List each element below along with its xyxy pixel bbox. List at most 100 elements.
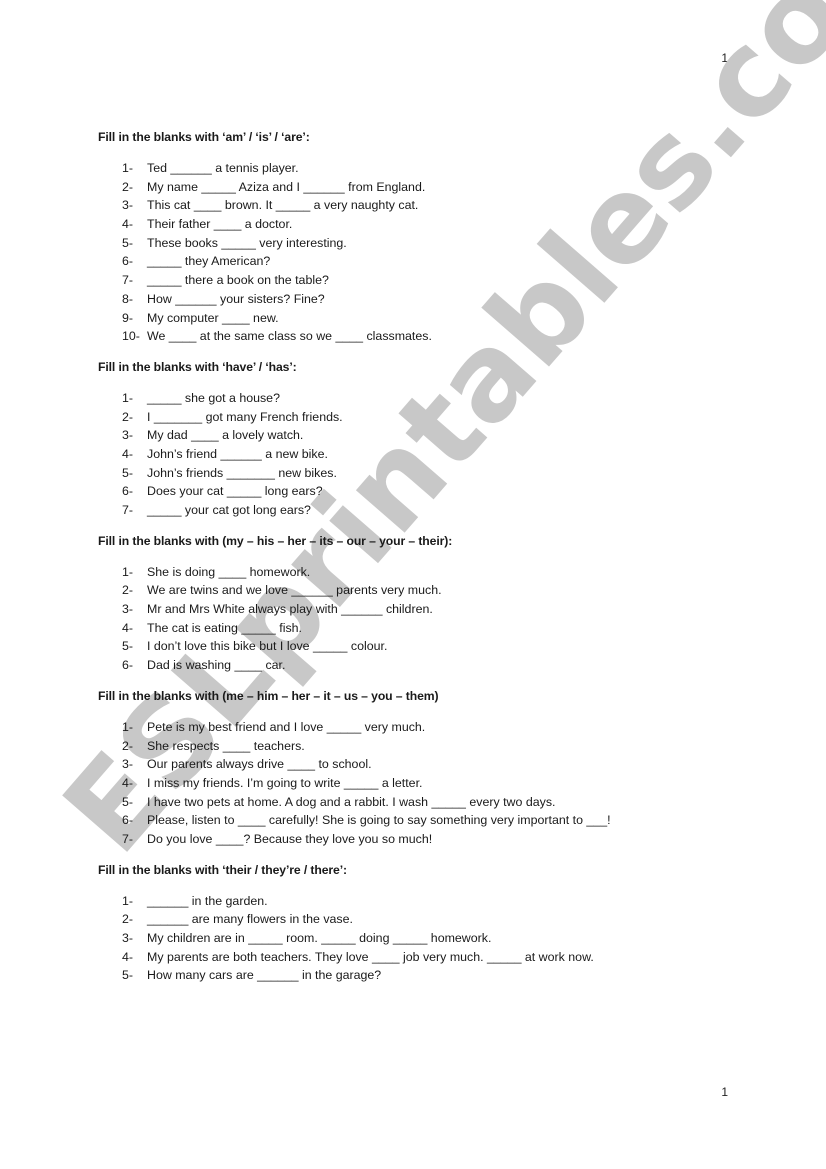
item-number: 4- bbox=[122, 620, 134, 635]
item-text: We ____ at the same class so we ____ cla… bbox=[147, 329, 432, 344]
list-item: 1- She is doing ____ homework. bbox=[98, 563, 758, 582]
item-text: She respects ____ teachers. bbox=[147, 738, 305, 753]
item-text: Do you love ____? Because they love you … bbox=[147, 831, 433, 846]
list-item: 2- ______ are many flowers in the vase. bbox=[98, 910, 758, 929]
item-number: 3- bbox=[122, 602, 134, 617]
worksheet: Fill in the blanks with ‘am’ / ‘is’ / ‘a… bbox=[98, 128, 758, 985]
item-number: 2- bbox=[122, 912, 134, 927]
item-number: 6- bbox=[122, 658, 134, 673]
list-item: 6- Please, listen to ____ carefully! She … bbox=[98, 811, 758, 830]
item-number: 4- bbox=[122, 446, 134, 461]
item-number: 3- bbox=[122, 428, 134, 443]
item-number: 5- bbox=[122, 465, 134, 480]
exercise-list: 1- Pete is my best friend and I love ____… bbox=[98, 718, 758, 849]
item-text: Their father ____ a doctor. bbox=[147, 217, 293, 232]
item-text: Mr and Mrs White always play with ______… bbox=[147, 602, 433, 617]
item-text: How ______ your sisters? Fine? bbox=[147, 291, 325, 306]
list-item: 7- _____ your cat got long ears? bbox=[98, 501, 758, 520]
item-number: 3- bbox=[122, 757, 134, 772]
list-item: 4- My parents are both teachers. They lov… bbox=[98, 948, 758, 967]
item-number: 8- bbox=[122, 291, 134, 306]
list-item: 6- Does your cat _____ long ears? bbox=[98, 482, 758, 501]
item-number: 2- bbox=[122, 179, 134, 194]
item-number: 3- bbox=[122, 931, 134, 945]
list-item: 5- These books _____ very interesting. bbox=[98, 234, 758, 253]
item-text: _____ she got a house? bbox=[147, 390, 280, 405]
item-text: These books _____ very interesting. bbox=[147, 235, 347, 250]
item-number: 7- bbox=[122, 503, 134, 517]
exercise-list: 1- Ted ______ a tennis player. 2- My name … bbox=[98, 159, 758, 346]
list-item: 3- Our parents always drive ____ to schoo… bbox=[98, 755, 758, 774]
section-have-has: Fill in the blanks with ‘have’ / ‘has’: … bbox=[98, 358, 758, 532]
item-number: 1- bbox=[122, 390, 134, 405]
item-text: John’s friend ______ a new bike. bbox=[147, 446, 328, 461]
list-item: 1- _____ she got a house? bbox=[98, 389, 758, 408]
item-text: John’s friends _______ new bikes. bbox=[147, 465, 337, 480]
section-title: Fill in the blanks with (my – his – her … bbox=[98, 533, 453, 548]
item-text: Dad is washing ____ car. bbox=[147, 658, 286, 673]
item-text: Ted ______ a tennis player. bbox=[147, 161, 299, 175]
item-number: 5- bbox=[122, 235, 134, 250]
list-item: 5- I don’t love this bike but I love ____… bbox=[98, 637, 758, 656]
item-number: 5- bbox=[122, 794, 134, 809]
item-number: 6- bbox=[122, 813, 134, 828]
item-number: 2- bbox=[122, 738, 134, 753]
item-text: ______ in the garden. bbox=[147, 893, 268, 908]
item-text: This cat ____ brown. It _____ a very nau… bbox=[147, 198, 419, 213]
list-item: 4- Their father ____ a doctor. bbox=[98, 215, 758, 234]
page-number-top: 1 bbox=[721, 51, 728, 65]
item-number: 6- bbox=[122, 254, 134, 269]
list-item: 2- I _______ got many French friends. bbox=[98, 408, 758, 427]
list-item: 3- My children are in _____ room. _____ d… bbox=[98, 929, 758, 948]
list-item: 1- ______ in the garden. bbox=[98, 892, 758, 911]
item-text: I have two pets at home. A dog and a rab… bbox=[147, 794, 556, 809]
list-item: 10- We ____ at the same class so we ____ … bbox=[98, 327, 758, 346]
list-item: 5- I have two pets at home. A dog and a r… bbox=[98, 793, 758, 812]
list-item: 2- My name _____ Aziza and I ______ from … bbox=[98, 178, 758, 197]
list-item: 5- John’s friends _______ new bikes. bbox=[98, 464, 758, 483]
list-item: 5- How many cars are ______ in the garage… bbox=[98, 966, 758, 985]
exercise-list: 1- ______ in the garden. 2- ______ are man… bbox=[98, 892, 758, 985]
list-item: 1- Pete is my best friend and I love ____… bbox=[98, 718, 758, 737]
item-number: 5- bbox=[122, 639, 134, 654]
item-text: Please, listen to ____ carefully! She is… bbox=[147, 813, 611, 828]
list-item: 1- Ted ______ a tennis player. bbox=[98, 159, 758, 178]
list-item: 4- John’s friend ______ a new bike. bbox=[98, 445, 758, 464]
item-text: _____ your cat got long ears? bbox=[147, 503, 311, 517]
item-text: Pete is my best friend and I love _____ … bbox=[147, 719, 426, 734]
exercise-list: 1- She is doing ____ homework. 2- We are t… bbox=[98, 563, 758, 675]
section-am-is-are: Fill in the blanks with ‘am’ / ‘is’ / ‘a… bbox=[98, 128, 758, 358]
list-item: 4- I miss my friends. I’m going to write … bbox=[98, 774, 758, 793]
item-text: How many cars are ______ in the garage? bbox=[147, 968, 382, 983]
list-item: 2- We are twins and we love ______ parent… bbox=[98, 581, 758, 600]
list-item: 6- Dad is washing ____ car. bbox=[98, 656, 758, 675]
list-item: 4- The cat is eating _____ fish. bbox=[98, 619, 758, 638]
item-text: She is doing ____ homework. bbox=[147, 564, 311, 579]
list-item: 9- My computer ____ new. bbox=[98, 309, 758, 328]
section-title: Fill in the blanks with ‘their / they’re… bbox=[98, 862, 347, 877]
item-number: 5- bbox=[122, 968, 134, 983]
list-item: 2- She respects ____ teachers. bbox=[98, 737, 758, 756]
list-item: 7- _____ there a book on the table? bbox=[98, 271, 758, 290]
item-text: My children are in _____ room. _____ doi… bbox=[147, 931, 492, 945]
item-text: My name _____ Aziza and I ______ from En… bbox=[147, 179, 426, 194]
item-text: My dad ____ a lovely watch. bbox=[147, 428, 304, 443]
item-number: 6- bbox=[122, 484, 134, 499]
item-text: My computer ____ new. bbox=[147, 310, 279, 325]
item-text: I don’t love this bike but I love _____ … bbox=[147, 639, 388, 654]
item-text: Our parents always drive ____ to school. bbox=[147, 757, 372, 772]
section-object-pronouns: Fill in the blanks with (me – him – her … bbox=[98, 687, 758, 861]
section-possessive-adjectives: Fill in the blanks with (my – his – her … bbox=[98, 532, 758, 687]
item-text: The cat is eating _____ fish. bbox=[147, 620, 302, 635]
item-number: 1- bbox=[122, 893, 134, 908]
item-number: 1- bbox=[122, 564, 134, 579]
list-item: 3- Mr and Mrs White always play with ____… bbox=[98, 600, 758, 619]
item-text: I miss my friends. I’m going to write __… bbox=[147, 775, 423, 790]
item-number: 4- bbox=[122, 775, 134, 790]
list-item: 8- How ______ your sisters? Fine? bbox=[98, 290, 758, 309]
section-title: Fill in the blanks with ‘am’ / ‘is’ / ‘a… bbox=[98, 130, 310, 144]
item-text: We are twins and we love ______ parents … bbox=[147, 583, 442, 598]
section-title: Fill in the blanks with ‘have’ / ‘has’: bbox=[98, 359, 297, 374]
item-text: I _______ got many French friends. bbox=[147, 409, 343, 424]
list-item: 6- _____ they American? bbox=[98, 252, 758, 271]
